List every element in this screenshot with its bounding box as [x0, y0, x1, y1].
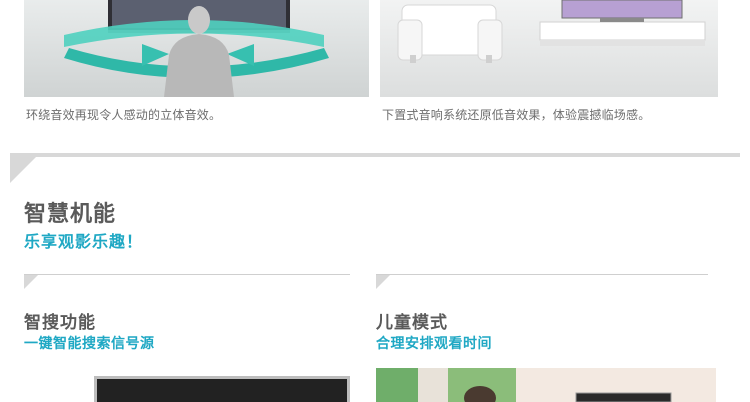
section-title: 智慧机能 [24, 202, 117, 227]
person-head [188, 6, 210, 34]
bass-sound-image [380, 0, 718, 97]
feature-title-kids: 儿童模式 [376, 313, 448, 333]
feature-subtitle-search: 一键智能搜索信号源 [24, 336, 155, 352]
divider-corner [10, 155, 38, 183]
feature-corner-1 [24, 275, 38, 289]
tv [561, 0, 683, 19]
living-room-illustration [397, 0, 706, 63]
person-body [164, 34, 234, 97]
surround-illustration [64, 0, 329, 97]
caption-surround: 环绕音效再现令人感动的立体音效。 [26, 108, 222, 122]
smart-search-tv-image [94, 376, 350, 402]
feature-divider-2 [376, 274, 708, 275]
feature-subtitle-kids: 合理安排观看时间 [376, 336, 492, 352]
feature-divider-1 [24, 274, 350, 275]
feature-title-search: 智搜功能 [24, 313, 96, 333]
feature-corner-2 [376, 275, 390, 289]
tv-cabinet [539, 21, 706, 41]
surround-sound-image [24, 0, 369, 97]
kids-mode-photo [376, 368, 716, 402]
section-subtitle: 乐享观影乐趣！ [24, 232, 144, 251]
caption-bass: 下置式音响系统还原低音效果，体验震撼临场感。 [382, 108, 651, 122]
section-divider [10, 153, 740, 157]
